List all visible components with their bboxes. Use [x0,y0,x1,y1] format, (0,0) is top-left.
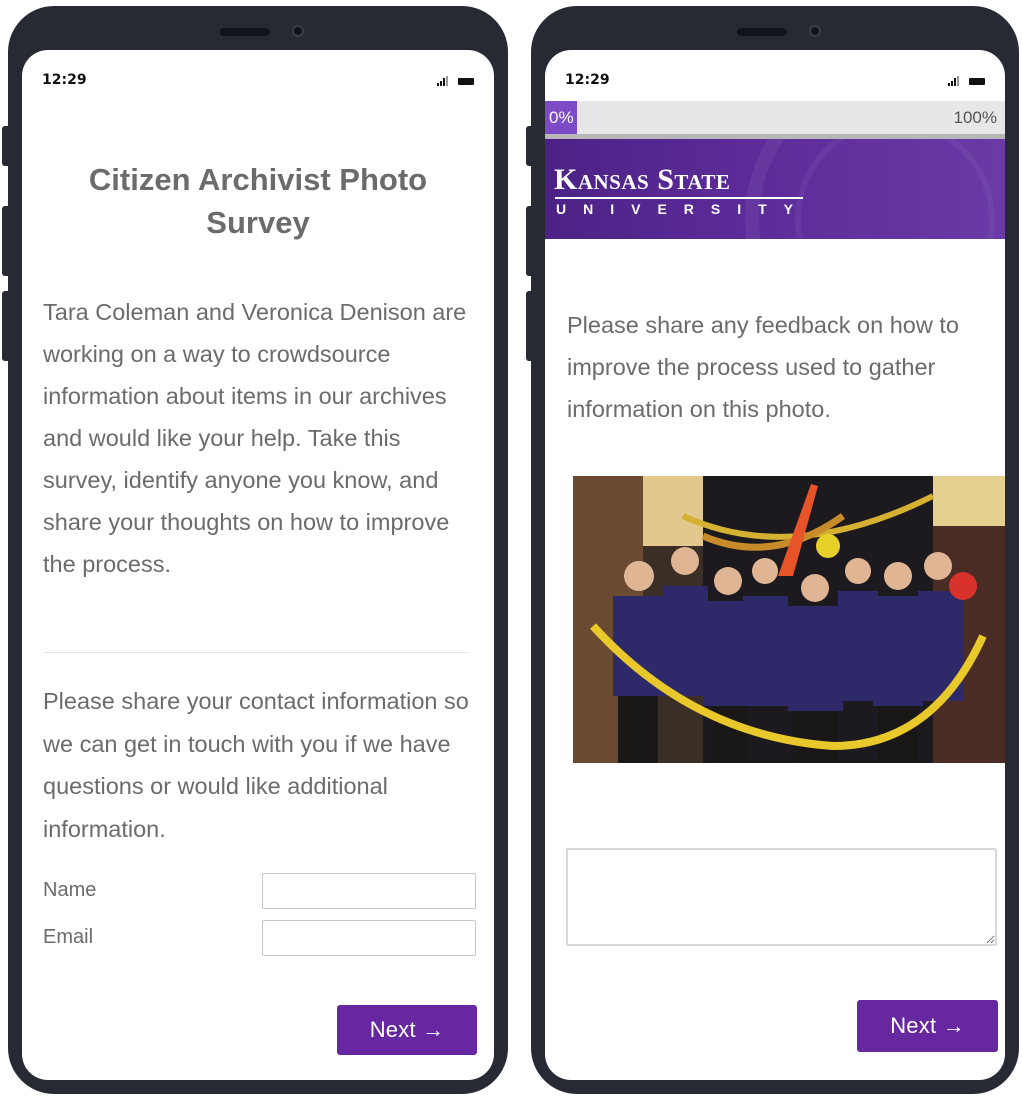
phone-camera [292,25,304,37]
phone-volume-down-button [2,291,11,361]
battery-icon [458,77,474,85]
phone-frame-left: 12:29 Citizen Archivist Photo Survey Tar… [2,6,508,1094]
next-button-label: Next → [369,1017,445,1042]
feedback-screen: 12:29 0% 100% Kansas State UNIVERSITY Pl… [545,50,1005,1080]
feedback-question: Please share any feedback on how to impr… [567,312,959,422]
section-divider [43,652,468,653]
intro-screen: 12:29 Citizen Archivist Photo Survey Tar… [22,50,494,1080]
group-photo-illustration [573,476,1005,763]
progress-start-label: 0% [549,108,574,127]
next-button-label: Next → [890,1013,965,1038]
battery-icon [969,77,985,85]
next-button[interactable]: Next → [857,1000,998,1052]
feedback-textarea[interactable] [566,848,997,946]
email-label: Email [43,926,94,948]
name-field[interactable] [262,873,476,909]
name-label: Name [43,879,97,901]
logo-wordmark: Kansas State [554,163,731,196]
seal-watermark-inner [795,139,995,239]
archive-photo [573,476,1005,763]
phone-frame-right: 12:29 0% 100% Kansas State UNIVERSITY Pl… [526,6,1019,1094]
signal-icon [948,76,959,86]
university-banner: Kansas State UNIVERSITY [545,139,1005,239]
phone-speaker [220,28,270,36]
progress-end-label: 100% [953,108,997,127]
phone-camera [809,25,821,37]
status-bar: 12:29 [565,72,985,92]
progress-bar: 0% 100% [545,101,1005,139]
contact-prompt: Please share your contact information so… [43,688,469,842]
phone-speaker [737,28,787,36]
signal-icon [437,76,448,86]
phone-mute-button [2,126,11,166]
page-title: Citizen Archivist Photo Survey [88,162,428,240]
status-time: 12:29 [565,72,610,88]
logo-rule [555,197,803,199]
next-button[interactable]: Next → [337,1005,477,1055]
phone-volume-up-button [2,206,11,276]
logo-subtext: UNIVERSITY [556,201,811,217]
phone-volume-down-button [526,291,535,361]
status-time: 12:29 [42,72,87,88]
status-bar: 12:29 [42,72,474,92]
phone-mute-button [526,126,535,166]
email-field[interactable] [262,920,476,956]
phone-volume-up-button [526,206,535,276]
intro-text: Tara Coleman and Veronica Denison are wo… [43,299,467,577]
